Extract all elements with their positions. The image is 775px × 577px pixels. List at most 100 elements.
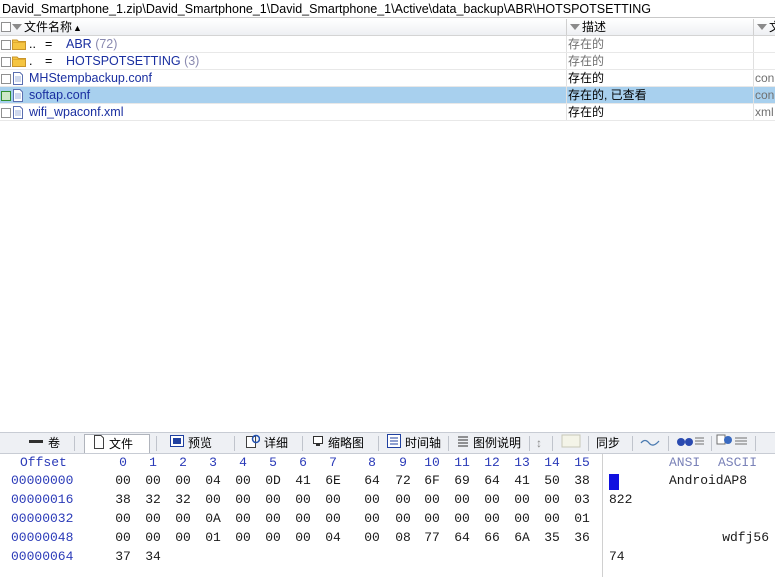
row-checkbox[interactable]	[1, 74, 11, 84]
hex-byte[interactable]: 00	[392, 492, 414, 507]
hex-byte[interactable]: 00	[511, 511, 533, 526]
hex-byte[interactable]: 00	[112, 530, 134, 545]
filter-icon[interactable]	[12, 24, 22, 30]
filter-icon[interactable]	[570, 24, 580, 30]
hex-byte[interactable]: 32	[172, 492, 194, 507]
hex-byte[interactable]: 6F	[421, 473, 443, 488]
hex-byte[interactable]: 00	[142, 530, 164, 545]
row-checkbox[interactable]	[1, 108, 11, 118]
hex-byte[interactable]: 04	[202, 473, 224, 488]
hex-byte[interactable]: 00	[292, 511, 314, 526]
hex-byte[interactable]: 08	[392, 530, 414, 545]
hex-byte[interactable]: 03	[571, 492, 593, 507]
hex-byte[interactable]: 00	[481, 511, 503, 526]
hex-byte[interactable]: 69	[451, 473, 473, 488]
text-column[interactable]: 74	[609, 549, 625, 564]
hex-byte[interactable]: 0D	[262, 473, 284, 488]
hex-byte[interactable]: 00	[292, 530, 314, 545]
hex-byte[interactable]: 00	[232, 492, 254, 507]
hex-byte[interactable]: 00	[202, 492, 224, 507]
hex-byte[interactable]: 41	[292, 473, 314, 488]
search-binoculars-icon[interactable]	[676, 434, 706, 453]
wave-icon[interactable]	[640, 434, 660, 453]
hex-byte[interactable]: 01	[571, 511, 593, 526]
tab-details[interactable]: 详细	[244, 434, 300, 453]
hex-byte[interactable]: 00	[112, 511, 134, 526]
file-name[interactable]: wifi_wpaconf.xml	[29, 104, 123, 120]
hex-byte[interactable]: 6E	[322, 473, 344, 488]
sort-toggle-icon[interactable]: ↕	[536, 434, 542, 453]
hex-byte[interactable]: 00	[361, 530, 383, 545]
hex-byte[interactable]: 00	[232, 530, 254, 545]
hex-byte[interactable]: 64	[361, 473, 383, 488]
hex-byte[interactable]: 77	[421, 530, 443, 545]
hex-byte[interactable]: 00	[112, 473, 134, 488]
file-name[interactable]: . = HOTSPOTSETTING (3)	[29, 53, 199, 69]
text-column[interactable]: wdfj56	[722, 530, 769, 545]
tab-legend[interactable]: 图例说明	[455, 434, 529, 453]
hex-byte[interactable]: 00	[172, 473, 194, 488]
file-row[interactable]: softap.conf 存在的, 已查看 con	[0, 87, 775, 104]
row-checkbox[interactable]	[1, 57, 11, 67]
hex-byte[interactable]: 0A	[202, 511, 224, 526]
hex-byte[interactable]: 00	[262, 492, 284, 507]
hex-byte[interactable]: 00	[172, 511, 194, 526]
hex-byte[interactable]: 00	[142, 473, 164, 488]
hex-byte[interactable]: 72	[392, 473, 414, 488]
hex-byte[interactable]: 00	[421, 492, 443, 507]
hex-byte[interactable]: 00	[172, 530, 194, 545]
hex-byte[interactable]: 64	[451, 530, 473, 545]
hex-byte[interactable]: 00	[541, 492, 563, 507]
tab-sync[interactable]: 同步	[594, 434, 632, 453]
column-header-ext[interactable]: 文	[757, 19, 775, 35]
hex-byte[interactable]: 35	[541, 530, 563, 545]
hex-viewer[interactable]: Offset 0 1 2 3 4 5 6 7 8 9 10 11 12 13 14 15 ANSI ASCII 00…	[0, 454, 775, 577]
hex-byte[interactable]: 00	[361, 492, 383, 507]
hex-byte[interactable]: 04	[322, 530, 344, 545]
hex-byte[interactable]: 38	[571, 473, 593, 488]
hex-byte[interactable]: 50	[541, 473, 563, 488]
hex-byte[interactable]: 38	[112, 492, 134, 507]
file-row[interactable]: MHStempbackup.conf 存在的 con	[0, 70, 775, 87]
file-name[interactable]: softap.conf	[29, 87, 90, 103]
hex-byte[interactable]: 00	[142, 511, 164, 526]
hex-byte[interactable]: 00	[262, 530, 284, 545]
row-checkbox[interactable]	[1, 91, 11, 101]
hex-byte[interactable]: 00	[292, 492, 314, 507]
hex-byte[interactable]: 00	[392, 511, 414, 526]
hex-byte[interactable]: 37	[112, 549, 134, 564]
file-row[interactable]: wifi_wpaconf.xml 存在的 xml	[0, 104, 775, 121]
hex-byte[interactable]: 00	[232, 511, 254, 526]
hex-byte[interactable]: 00	[232, 473, 254, 488]
hex-byte[interactable]: 00	[262, 511, 284, 526]
tab-file[interactable]: 文件	[84, 434, 150, 453]
hex-byte[interactable]: 66	[481, 530, 503, 545]
text-column[interactable]: 822	[609, 492, 632, 507]
file-name[interactable]: MHStempbackup.conf	[29, 70, 152, 86]
column-header-name[interactable]: 文件名称▲	[12, 19, 562, 35]
folder-row[interactable]: .. = ABR (72) 存在的	[0, 36, 775, 53]
hex-byte[interactable]: 00	[361, 511, 383, 526]
hex-byte[interactable]: 41	[511, 473, 533, 488]
hex-byte[interactable]: 00	[481, 492, 503, 507]
hex-byte[interactable]: 6A	[511, 530, 533, 545]
tab-preview[interactable]: 预览	[168, 434, 226, 453]
row-checkbox[interactable]	[1, 40, 11, 50]
hex-byte[interactable]: 00	[451, 492, 473, 507]
image-icon[interactable]	[560, 434, 582, 453]
hex-byte[interactable]: 00	[322, 492, 344, 507]
file-name[interactable]: .. = ABR (72)	[29, 36, 117, 52]
text-column[interactable]: AndroidAP8	[669, 473, 747, 488]
tab-timeline[interactable]: 时间轴	[385, 434, 447, 453]
hex-byte[interactable]: 34	[142, 549, 164, 564]
hex-byte[interactable]: 00	[511, 492, 533, 507]
hex-byte[interactable]: 00	[541, 511, 563, 526]
hex-byte[interactable]: 00	[322, 511, 344, 526]
hex-byte[interactable]: 01	[202, 530, 224, 545]
tab-volume[interactable]: 卷	[26, 434, 68, 453]
hex-byte[interactable]: 32	[142, 492, 164, 507]
compare-icon[interactable]	[716, 434, 750, 453]
hex-byte[interactable]: 64	[481, 473, 503, 488]
column-header-desc[interactable]: 描述	[570, 19, 750, 35]
hex-byte[interactable]: 36	[571, 530, 593, 545]
